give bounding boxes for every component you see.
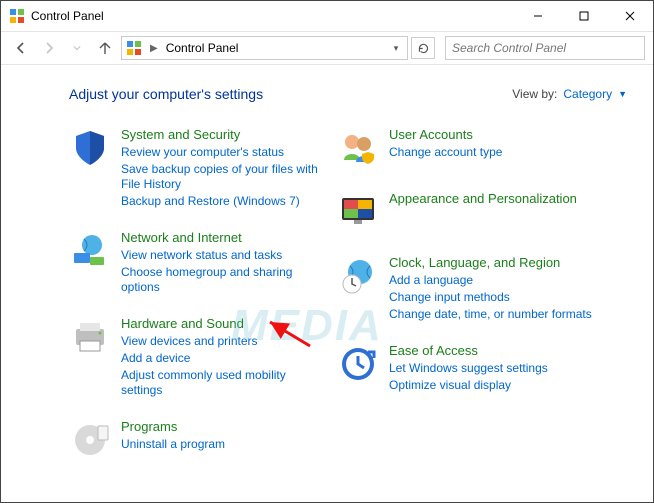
category-link[interactable]: Change account type <box>389 145 502 160</box>
page-heading: Adjust your computer's settings <box>69 86 512 102</box>
users-icon <box>337 128 379 170</box>
category-link[interactable]: Change input methods <box>389 290 592 305</box>
category-appearance: Appearance and Personalization <box>337 192 627 234</box>
category-link[interactable]: Add a device <box>121 351 319 366</box>
chevron-down-icon: ▼ <box>618 89 627 99</box>
control-panel-window: Control Panel ▶ Control Panel ▾ Search C… <box>0 0 654 503</box>
ease-of-access-icon <box>337 344 379 386</box>
window-controls <box>515 1 653 31</box>
view-by-value: Category <box>563 87 612 101</box>
control-panel-icon <box>126 40 142 56</box>
address-bar[interactable]: ▶ Control Panel ▾ <box>121 36 408 60</box>
category-title[interactable]: System and Security <box>121 128 319 143</box>
up-button[interactable] <box>93 36 117 60</box>
window-title: Control Panel <box>31 9 515 23</box>
clock-globe-icon <box>337 256 379 298</box>
close-button[interactable] <box>607 1 653 31</box>
content-area: MEDIA Adjust your computer's settings Vi… <box>1 66 653 502</box>
category-title[interactable]: User Accounts <box>389 128 502 143</box>
category-link[interactable]: View network status and tasks <box>121 248 319 263</box>
category-column-left: System and Security Review your computer… <box>69 128 319 462</box>
category-link[interactable]: Change date, time, or number formats <box>389 307 592 322</box>
globe-network-icon <box>69 231 111 273</box>
category-ease-of-access: Ease of Access Let Windows suggest setti… <box>337 344 627 393</box>
navigation-bar: ▶ Control Panel ▾ Search Control Panel <box>1 31 653 65</box>
recent-dropdown[interactable] <box>65 36 89 60</box>
category-link[interactable]: Review your computer's status <box>121 145 319 160</box>
category-hardware-sound: Hardware and Sound View devices and prin… <box>69 317 319 398</box>
category-title[interactable]: Ease of Access <box>389 344 548 359</box>
category-link[interactable]: Save backup copies of your files with Fi… <box>121 162 319 192</box>
category-title[interactable]: Hardware and Sound <box>121 317 319 332</box>
address-dropdown-icon[interactable]: ▾ <box>389 43 403 54</box>
refresh-button[interactable] <box>411 37 435 59</box>
control-panel-icon <box>9 8 25 24</box>
search-input[interactable]: Search Control Panel <box>445 36 645 60</box>
view-by-label: View by: <box>512 87 557 101</box>
category-link[interactable]: Add a language <box>389 273 592 288</box>
category-link[interactable]: Optimize visual display <box>389 378 548 393</box>
shield-icon <box>69 128 111 170</box>
category-title[interactable]: Programs <box>121 420 225 435</box>
category-column-right: User Accounts Change account type Appear… <box>337 128 627 462</box>
search-placeholder: Search Control Panel <box>452 41 566 55</box>
breadcrumb-item[interactable]: Control Panel <box>166 41 239 55</box>
category-link[interactable]: Choose homegroup and sharing options <box>121 265 319 295</box>
maximize-button[interactable] <box>561 1 607 31</box>
category-link[interactable]: Adjust commonly used mobility settings <box>121 368 319 398</box>
disc-icon <box>69 420 111 462</box>
category-clock-language: Clock, Language, and Region Add a langua… <box>337 256 627 322</box>
minimize-button[interactable] <box>515 1 561 31</box>
titlebar: Control Panel <box>1 1 653 31</box>
category-link[interactable]: Backup and Restore (Windows 7) <box>121 194 319 209</box>
category-title[interactable]: Clock, Language, and Region <box>389 256 592 271</box>
forward-button[interactable] <box>37 36 61 60</box>
breadcrumb-separator: ▶ <box>148 43 160 54</box>
view-by-selector[interactable]: View by: Category ▼ <box>512 87 627 101</box>
back-button[interactable] <box>9 36 33 60</box>
category-link[interactable]: View devices and printers <box>121 334 319 349</box>
category-link[interactable]: Let Windows suggest settings <box>389 361 548 376</box>
category-title[interactable]: Network and Internet <box>121 231 319 246</box>
category-programs: Programs Uninstall a program <box>69 420 319 462</box>
monitor-colors-icon <box>337 192 379 234</box>
printer-icon <box>69 317 111 359</box>
category-user-accounts: User Accounts Change account type <box>337 128 627 170</box>
category-title[interactable]: Appearance and Personalization <box>389 192 577 207</box>
category-system-security: System and Security Review your computer… <box>69 128 319 209</box>
category-link[interactable]: Uninstall a program <box>121 437 225 452</box>
category-network-internet: Network and Internet View network status… <box>69 231 319 295</box>
